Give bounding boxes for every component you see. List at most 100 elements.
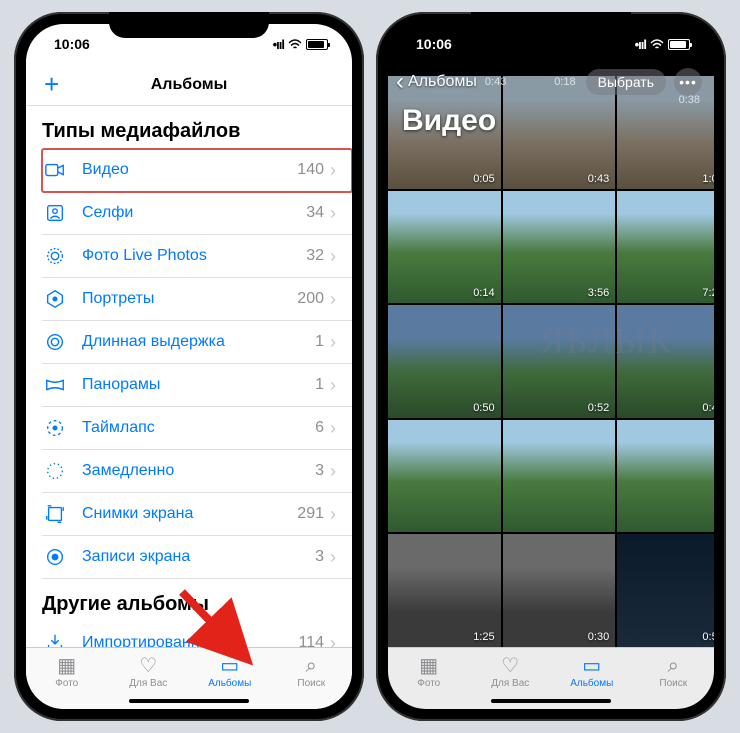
thumbnail-duration: 1:25 — [473, 631, 494, 643]
signal-icon — [273, 36, 284, 52]
video-icon — [26, 159, 68, 181]
list-item-video[interactable]: Видео 140 › — [42, 149, 352, 192]
slowmo-icon — [26, 460, 68, 482]
thumbnail-duration: 0:43 — [588, 173, 609, 185]
list-item-timelapse[interactable]: Таймлапс 6 › — [42, 407, 352, 450]
more-button[interactable]: ••• — [674, 68, 702, 96]
chevron-right-icon: › — [330, 375, 336, 396]
tab-search[interactable]: ⌕ Поиск — [271, 648, 353, 697]
page-title: Видео — [388, 100, 714, 148]
back-button[interactable]: ‹ Альбомы — [396, 68, 477, 96]
chevron-right-icon: › — [330, 418, 336, 439]
search-icon: ⌕ — [668, 656, 679, 676]
list-label: Замедленно — [82, 462, 315, 480]
status-time: 10:06 — [416, 36, 452, 52]
list-count: 114 — [298, 634, 324, 647]
home-indicator[interactable] — [491, 699, 611, 703]
video-thumbnail[interactable] — [617, 420, 714, 533]
thumbnail-duration: 0:50 — [473, 402, 494, 414]
video-thumbnail[interactable] — [388, 420, 501, 533]
list-label: Таймлапс — [82, 419, 315, 437]
phone-right: 10:06 0:050:431:090:143:567:270:500:520:… — [376, 12, 726, 721]
foryou-icon: ♡ — [501, 656, 519, 676]
chevron-right-icon: › — [330, 461, 336, 482]
list-count: 6 — [315, 419, 324, 437]
albums-icon: ▭ — [582, 656, 601, 676]
chevron-right-icon: › — [330, 547, 336, 568]
battery-icon — [306, 39, 328, 50]
video-thumbnail[interactable]: 0:50 — [388, 305, 501, 418]
nav-bar: + Альбомы — [26, 64, 352, 106]
list-item-screenrec[interactable]: Записи экрана 3 › — [42, 536, 352, 579]
thumbnail-duration: 0:14 — [473, 287, 494, 299]
status-time: 10:06 — [54, 36, 90, 52]
thumbnail-duration: 3:56 — [588, 287, 609, 299]
thumb-top-duration: 0:18 — [554, 76, 575, 88]
list-label: Длинная выдержка — [82, 333, 315, 351]
tab-albums[interactable]: ▭ Альбомы — [189, 648, 271, 697]
tab-photos[interactable]: ▦ Фото — [388, 648, 470, 697]
screenshot-icon — [26, 503, 68, 525]
tab-foryou[interactable]: ♡ Для Вас — [470, 648, 552, 697]
list-count: 34 — [306, 204, 324, 222]
list-label: Портреты — [82, 290, 297, 308]
wifi-icon — [288, 39, 302, 50]
list-count: 291 — [297, 505, 324, 523]
thumbnail-duration: 0:52 — [588, 402, 609, 414]
notch — [471, 12, 631, 38]
video-thumbnail[interactable]: 0:52 — [503, 305, 616, 418]
tab-albums[interactable]: ▭ Альбомы — [551, 648, 633, 697]
video-thumbnail[interactable]: 1:25 — [388, 534, 501, 647]
video-thumbnail[interactable]: 3:56 — [503, 191, 616, 304]
tab-label: Поиск — [297, 678, 325, 689]
list-label: Импортированные — [82, 634, 298, 647]
albums-icon: ▭ — [220, 656, 239, 676]
list-item-panoramas[interactable]: Панорамы 1 › — [42, 364, 352, 407]
list-count: 140 — [297, 161, 324, 179]
chevron-right-icon: › — [330, 246, 336, 267]
section-header-other: Другие альбомы — [26, 579, 352, 622]
select-button[interactable]: Выбрать — [586, 69, 666, 95]
thumbnail-duration: 0:52 — [702, 631, 714, 643]
video-thumbnail[interactable]: 0:30 — [503, 534, 616, 647]
tab-search[interactable]: ⌕ Поиск — [633, 648, 715, 697]
video-thumbnail[interactable] — [503, 420, 616, 533]
list-label: Видео — [82, 161, 297, 179]
section-header-media-types: Типы медиафайлов — [26, 106, 352, 149]
tab-label: Поиск — [659, 678, 687, 689]
import-icon — [26, 632, 68, 647]
search-icon: ⌕ — [306, 656, 317, 676]
list-count: 200 — [297, 290, 324, 308]
list-item-longexposure[interactable]: Длинная выдержка 1 › — [42, 321, 352, 364]
list-item-livephotos[interactable]: Фото Live Photos 32 › — [42, 235, 352, 278]
thumbnail-duration: 7:27 — [702, 287, 714, 299]
tab-photos[interactable]: ▦ Фото — [26, 648, 108, 697]
home-indicator[interactable] — [129, 699, 249, 703]
video-thumbnail[interactable]: 0:49 — [617, 305, 714, 418]
video-thumbnail[interactable]: 7:27 — [617, 191, 714, 304]
tab-label: Фото — [55, 678, 78, 689]
chevron-right-icon: › — [330, 160, 336, 181]
video-grid[interactable]: 0:050:431:090:143:567:270:500:520:491:25… — [388, 76, 714, 647]
tab-foryou[interactable]: ♡ Для Вас — [108, 648, 190, 697]
list-count: 32 — [306, 247, 324, 265]
photos-icon: ▦ — [419, 656, 438, 676]
list-label: Записи экрана — [82, 548, 315, 566]
add-button[interactable]: + — [44, 69, 59, 100]
list-item-portraits[interactable]: Портреты 200 › — [42, 278, 352, 321]
tab-label: Альбомы — [208, 678, 251, 689]
video-thumbnail[interactable]: 0:14 — [388, 191, 501, 304]
chevron-right-icon: › — [330, 633, 336, 648]
chevron-right-icon: › — [330, 332, 336, 353]
list-item-selfie[interactable]: Селфи 34 › — [42, 192, 352, 235]
longexposure-icon — [26, 331, 68, 353]
albums-list: Типы медиафайлов Видео 140 › Селфи 34 › … — [26, 106, 352, 647]
list-item-slowmo[interactable]: Замедленно 3 › — [42, 450, 352, 493]
list-item-screenshots[interactable]: Снимки экрана 291 › — [42, 493, 352, 536]
selfie-icon — [26, 202, 68, 224]
screenrec-icon — [26, 546, 68, 568]
video-thumbnail[interactable]: 0:52 — [617, 534, 714, 647]
list-item-imported[interactable]: Импортированные 114 › — [42, 622, 352, 647]
list-label: Панорамы — [82, 376, 315, 394]
panorama-icon — [26, 374, 68, 396]
